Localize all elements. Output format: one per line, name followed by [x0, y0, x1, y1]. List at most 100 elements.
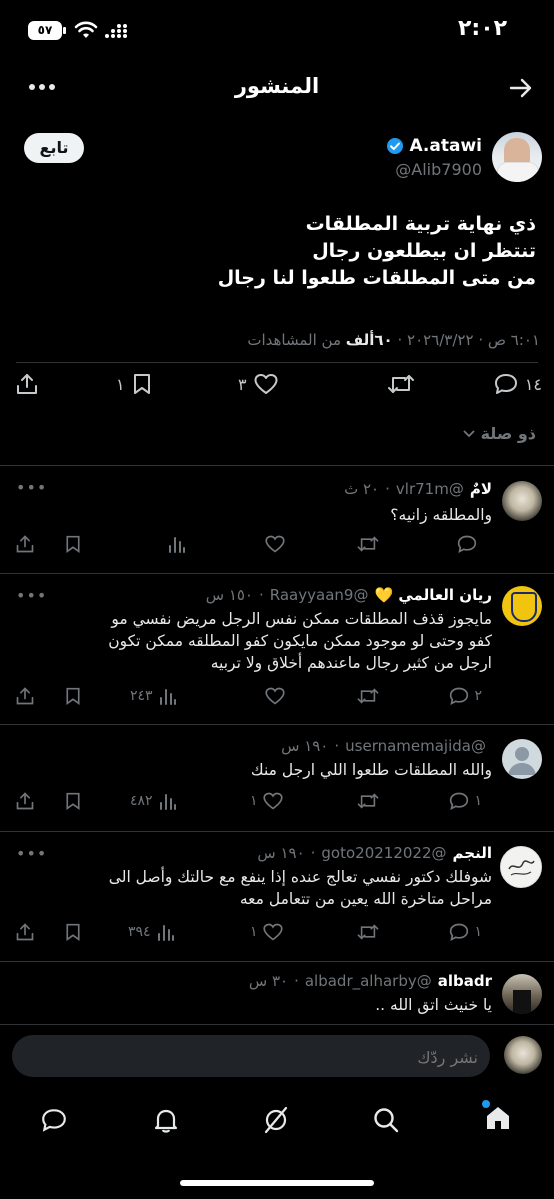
reply-views-button[interactable]: ٣٩٤: [128, 922, 175, 942]
comment-icon: [450, 923, 469, 942]
reply-author-handle: @vlr71m: [395, 480, 464, 498]
reply-more-button[interactable]: •••: [16, 844, 47, 863]
analytics-icon: [157, 925, 174, 941]
back-button[interactable]: [508, 76, 534, 100]
reply-repost-button[interactable]: [356, 534, 380, 554]
reply-text: يا خنيث اتق الله ..: [22, 994, 492, 1016]
reply-avatar[interactable]: [500, 846, 542, 888]
reply-avatar[interactable]: [502, 739, 542, 779]
sort-relevance-button[interactable]: ذو صلة: [462, 424, 536, 443]
reply-header: ريان العالمي 💛 @Raayyaan9 · ١٥٠ س: [205, 586, 492, 604]
reply-views-button[interactable]: ٢٤٣: [130, 686, 177, 706]
repost-icon: [388, 375, 414, 393]
reply-bookmark-button[interactable]: [64, 534, 82, 554]
reply-bookmark-button[interactable]: [64, 791, 82, 811]
author-handle: @Alib7900: [395, 160, 482, 179]
share-button[interactable]: [14, 372, 40, 396]
reply-count: ١٤: [524, 374, 542, 394]
reply-bookmark-button[interactable]: [64, 922, 82, 942]
reply-bookmark-button[interactable]: [64, 686, 82, 706]
reply-author-name: لامٌ: [469, 480, 492, 498]
search-icon: [374, 1108, 399, 1133]
reply-author-handle: @Raayyaan9: [269, 586, 369, 604]
reply-input[interactable]: [26, 1035, 480, 1079]
share-icon: [17, 374, 37, 394]
battery-level: ٥٧: [37, 23, 53, 37]
home-indicator: [180, 1180, 374, 1186]
reply-text: والمطلقه زانيه؟: [22, 504, 492, 526]
reply-item[interactable]: @usernamemajida · ١٩٠ س والله المطلقات ط…: [0, 725, 554, 831]
reply-like-count: ١: [250, 924, 258, 940]
reply-time: ٢٠ ث: [344, 480, 380, 498]
nav-search[interactable]: [372, 1106, 400, 1134]
author-name: A.atawi: [409, 136, 482, 156]
reply-item[interactable]: albadr @albadr_alharby · ٣٠ س يا خنيث ات…: [0, 962, 554, 1024]
comment-icon: [450, 792, 469, 811]
reply-repost-button[interactable]: [356, 791, 380, 811]
chevron-down-icon: [462, 429, 475, 437]
reply-like-button[interactable]: [260, 534, 286, 554]
reply-repost-button[interactable]: [356, 922, 380, 942]
reply-composer[interactable]: [12, 1035, 490, 1079]
reply-item[interactable]: ريان العالمي 💛 @Raayyaan9 · ١٥٠ س ••• ما…: [0, 574, 554, 724]
reply-like-button[interactable]: ١: [250, 791, 284, 811]
reply-share-button[interactable]: [14, 534, 36, 554]
reply-share-button[interactable]: [14, 791, 36, 811]
comment-icon: [494, 374, 517, 394]
reply-avatar[interactable]: [502, 586, 542, 626]
reply-text: والله المطلقات طلعوا اللي ارجل منك: [22, 759, 492, 781]
reply-author-handle: @goto20212022: [321, 844, 447, 862]
wifi-icon: [74, 21, 98, 38]
share-icon: [16, 792, 34, 810]
reply-avatar[interactable]: [502, 481, 542, 521]
analytics-icon: [169, 537, 185, 553]
reply-avatar[interactable]: [502, 974, 542, 1014]
like-button[interactable]: ٣: [238, 372, 279, 396]
nav-home[interactable]: [482, 1100, 512, 1132]
share-icon: [16, 687, 34, 705]
author-name-row[interactable]: A.atawi: [386, 136, 482, 156]
reply-header: النجم @goto20212022 · ١٩٠ س: [257, 844, 492, 862]
reply-reply-button[interactable]: ١: [448, 922, 482, 942]
reply-share-button[interactable]: [14, 922, 36, 942]
reply-reply-button[interactable]: ٢: [448, 686, 482, 706]
repost-icon: [357, 924, 379, 940]
nav-notifications[interactable]: [152, 1106, 180, 1134]
bookmark-icon: [66, 687, 80, 705]
reply-like-count: ١: [250, 793, 258, 809]
status-time: ٢:٠٢: [458, 16, 508, 41]
reply-button[interactable]: ١٤: [493, 372, 542, 396]
reply-item[interactable]: لامٌ @vlr71m · ٢٠ ث ••• والمطلقه زانيه؟: [0, 466, 554, 573]
reply-text: شوفلك دكتور نفسي تعالج عنده إذا ينفع مع …: [12, 866, 492, 910]
reply-line: ارجل من كثير رجال ماعندهم أخلاق ولا تربي…: [210, 654, 492, 672]
follow-button[interactable]: تابع: [24, 133, 84, 163]
repost-button[interactable]: [386, 372, 422, 396]
reply-header: لامٌ @vlr71m · ٢٠ ث: [344, 480, 492, 498]
author-avatar[interactable]: [492, 132, 542, 182]
bookmark-button[interactable]: ١: [116, 372, 153, 396]
notification-dot: [482, 1100, 490, 1108]
post-text: ذي نهاية تربية المطلقات تنتظر ان بيطلعون…: [16, 211, 536, 292]
views-count: ٦٠ألف: [345, 331, 393, 349]
reply-line: والمطلقه زانيه؟: [390, 506, 492, 524]
reply-reply-button[interactable]: ١: [448, 791, 482, 811]
reply-line: مراحل متاخرة الله يعين من تتعامل معه: [239, 890, 492, 908]
nav-grok[interactable]: [262, 1106, 290, 1134]
reply-more-button[interactable]: •••: [16, 586, 47, 605]
reply-like-button[interactable]: [260, 686, 286, 706]
reply-views-button[interactable]: [162, 534, 186, 554]
reply-share-button[interactable]: [14, 686, 36, 706]
reply-views-button[interactable]: ٤٨٢: [130, 791, 177, 811]
nav-messages[interactable]: [40, 1106, 68, 1134]
chat-icon: [42, 1109, 66, 1132]
reply-reply-button[interactable]: [456, 534, 482, 554]
reply-time: ٣٠ س: [248, 972, 289, 990]
reply-time: ١٩٠ س: [257, 844, 305, 862]
divider: [16, 362, 538, 363]
like-count: ٣: [238, 374, 247, 394]
reply-like-button[interactable]: ١: [250, 922, 284, 942]
reply-repost-button[interactable]: [356, 686, 380, 706]
reply-author-name: albadr: [437, 972, 492, 990]
reply-more-button[interactable]: •••: [16, 478, 47, 497]
reply-item[interactable]: النجم @goto20212022 · ١٩٠ س ••• شوفلك دك…: [0, 832, 554, 961]
